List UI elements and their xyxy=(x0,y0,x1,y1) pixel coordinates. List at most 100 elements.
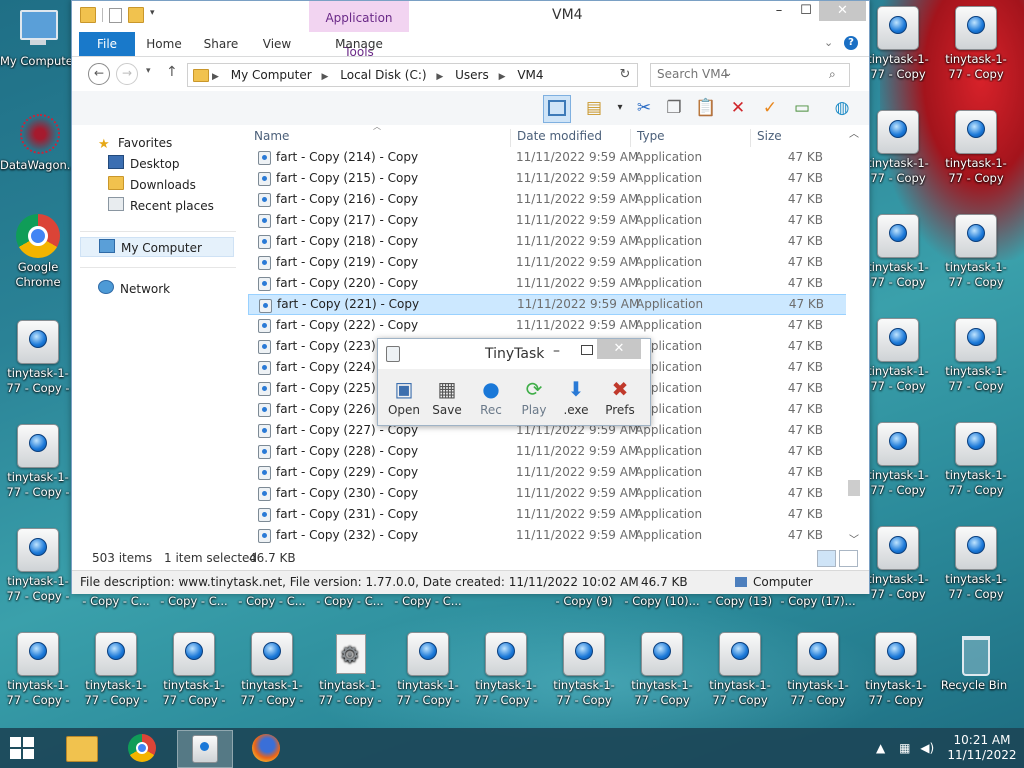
large-icons-view-icon[interactable] xyxy=(839,550,858,567)
desktop-icon-tinytask[interactable]: tinytask-1-77 - Copy (21)... xyxy=(858,632,934,708)
desktop-icon-tinytask[interactable]: tinytask-1-77 - Copy - C... xyxy=(78,632,154,708)
desktop-icon-tinytask[interactable]: tinytask-1-77 - Copy (17) xyxy=(780,632,856,708)
desktop-icon-tinytask[interactable]: tinytask-1-77 - Copy - C... xyxy=(0,632,76,708)
expand-ribbon-icon[interactable]: ⌄ xyxy=(824,36,833,49)
taskbar-chrome[interactable] xyxy=(115,730,169,766)
table-row[interactable]: fart - Copy (218) - Copy 11/11/2022 9:59 … xyxy=(248,231,854,252)
column-header-date[interactable]: Date modified xyxy=(510,129,629,147)
breadcrumb-separator-icon[interactable]: ▶ xyxy=(436,72,443,82)
search-input[interactable] xyxy=(651,64,827,84)
help-icon[interactable]: ? xyxy=(844,36,858,50)
vertical-scrollbar[interactable]: ︿ ﹀ xyxy=(846,125,862,546)
table-row[interactable]: fart - Copy (221) - Copy 11/11/2022 9:59 … xyxy=(248,294,854,315)
table-row[interactable]: fart - Copy (220) - Copy 11/11/2022 9:59 … xyxy=(248,273,854,294)
crumb-local-disk[interactable]: Local Disk (C:) xyxy=(340,68,426,82)
scroll-thumb[interactable] xyxy=(848,480,860,496)
desktop-icon-tinytask[interactable]: tinytask-1-77 - Copy (22)... xyxy=(938,110,1014,186)
desktop-icon-tinytask-2[interactable]: tinytask-1-77 - Copy - C... xyxy=(0,424,76,500)
delete-icon[interactable]: ✕ xyxy=(725,95,751,121)
desktop-icon-tinytask[interactable]: tinytask-1-77 - Copy (14)... xyxy=(702,632,778,708)
tab-view[interactable]: View xyxy=(249,32,305,56)
search-icon[interactable]: ⌕ xyxy=(829,67,836,82)
tinytask-rec-button[interactable]: ● Rec xyxy=(471,375,511,417)
desktop-icon-tinytask[interactable]: tinytask-1-77 - Copy (21) xyxy=(938,6,1014,82)
tab-file[interactable]: File xyxy=(79,32,135,56)
nav-my-computer[interactable]: My Computer xyxy=(80,237,234,257)
desktop-icon-tinytask[interactable]: tinytask-1-77 - Copy (18)... xyxy=(860,6,936,82)
desktop-icon-tinytask[interactable]: tinytask-1-77 - Copy (20)... xyxy=(860,422,936,498)
desktop-icon-tinytask[interactable]: tinytask-1-77 - Copy (6)... xyxy=(546,632,622,708)
tinytask-title-bar[interactable]: TinyTask – ✕ xyxy=(378,339,650,369)
taskbar-firefox[interactable] xyxy=(239,730,293,766)
details-view-icon[interactable] xyxy=(817,550,836,567)
tab-home[interactable]: Home xyxy=(135,32,193,56)
desktop-icon-tinytask[interactable]: tinytask-1-77 - Copy - C... xyxy=(234,632,310,708)
crumb-my-computer[interactable]: My Computer xyxy=(231,68,312,82)
volume-icon[interactable]: ◀) xyxy=(920,741,934,755)
forward-button[interactable]: → xyxy=(116,63,138,85)
column-header-size[interactable]: Size xyxy=(750,129,827,147)
desktop-icon-tinytask-1[interactable]: tinytask-1-77 - Copy - C... xyxy=(0,320,76,396)
tinytask-play-button[interactable]: ⟳ Play xyxy=(514,375,554,417)
breadcrumb-separator-icon[interactable]: ▶ xyxy=(322,72,329,82)
breadcrumb-separator-icon[interactable]: ▶ xyxy=(499,72,506,82)
taskbar-file-explorer[interactable] xyxy=(55,730,109,766)
taskbar-tinytask[interactable] xyxy=(177,730,233,768)
table-row[interactable]: fart - Copy (216) - Copy 11/11/2022 9:59 … xyxy=(248,189,854,210)
table-row[interactable]: fart - Copy (215) - Copy 11/11/2022 9:59 … xyxy=(248,168,854,189)
scroll-down-icon[interactable]: ﹀ xyxy=(849,531,859,546)
paste-icon[interactable]: 📋 xyxy=(693,95,719,121)
nav-network[interactable]: Network xyxy=(98,279,170,299)
desktop-icon-tinytask[interactable]: tinytask-1-77 - Copy (25)... xyxy=(938,526,1014,602)
desktop-icon-tinytask[interactable]: tinytask-1-77 - Copy - C... xyxy=(156,632,232,708)
minimize-button[interactable]: – xyxy=(765,1,793,21)
desktop-icon-tinytask[interactable]: tinytask-1-77 - Copy - C... xyxy=(390,632,466,708)
table-row[interactable]: fart - Copy (219) - Copy 11/11/2022 9:59 … xyxy=(248,252,854,273)
tinytask-close-button[interactable]: ✕ xyxy=(597,339,641,359)
table-row[interactable]: fart - Copy (228) - Copy 11/11/2022 9:59 … xyxy=(248,441,854,462)
tab-manage[interactable]: Manage xyxy=(309,32,409,56)
tab-share[interactable]: Share xyxy=(193,32,249,56)
properties-icon[interactable] xyxy=(109,7,122,23)
address-bar[interactable]: ▶ My Computer ▶ Local Disk (C:) ▶ Users … xyxy=(187,63,732,87)
table-row[interactable]: fart - Copy (232) - Copy 11/11/2022 9:59 … xyxy=(248,525,854,543)
chevron-down-icon[interactable]: ▾ xyxy=(150,8,155,22)
tinytask-prefs-button[interactable]: ✖ Prefs xyxy=(600,375,640,417)
desktop-icon-tinytask[interactable]: tinytask-1-77 - Copy (10) xyxy=(624,632,700,708)
tinytask-maximize-button[interactable] xyxy=(581,345,593,355)
desktop-icon-google-chrome[interactable]: Google Chrome xyxy=(0,214,76,290)
rename-icon[interactable]: ▭ xyxy=(789,95,815,121)
new-folder-icon[interactable] xyxy=(128,7,144,23)
desktop-icon-tinytask[interactable]: tinytask-1-77 - Copy (20) xyxy=(860,526,936,602)
scroll-up-icon[interactable]: ︿ xyxy=(849,125,859,140)
desktop-icon-tinytask[interactable]: ⚙tinytask-1-77 - Copy - C... xyxy=(312,632,388,708)
desktop-icon-tinytask[interactable]: tinytask-1-77 - Copy (19) xyxy=(860,318,936,394)
desktop-icon-tinytask[interactable]: tinytask-1-77 - Copy (22) xyxy=(938,214,1014,290)
table-row[interactable]: fart - Copy (231) - Copy 11/11/2022 9:59 … xyxy=(248,504,854,525)
table-row[interactable]: fart - Copy (229) - Copy 11/11/2022 9:59 … xyxy=(248,462,854,483)
close-button[interactable]: ✕ xyxy=(819,1,866,21)
globe-icon[interactable]: ◍ xyxy=(829,95,855,121)
desktop-icon-datawagon[interactable]: DataWagon... xyxy=(0,112,76,173)
clock[interactable]: 10:21 AM 11/11/2022 xyxy=(946,733,1018,763)
up-arrow-icon[interactable]: ↑ xyxy=(166,64,178,80)
crumb-users[interactable]: Users xyxy=(455,68,489,82)
desktop-icon-tinytask[interactable]: tinytask-1-77 - Copy (23)... xyxy=(938,318,1014,394)
desktop-icon-tinytask[interactable]: tinytask-1-77 - Copy (19)... xyxy=(860,214,936,290)
desktop-icon-tinytask[interactable]: tinytask-1-77 - Copy - C... xyxy=(468,632,544,708)
crumb-vm4[interactable]: VM4 xyxy=(517,68,543,82)
chevron-down-icon[interactable]: ▾ xyxy=(607,95,633,121)
cut-icon[interactable]: ✂ xyxy=(631,95,657,121)
desktop-icon-my-computer[interactable]: My Computer xyxy=(0,8,76,69)
checkmark-icon[interactable]: ✓ xyxy=(757,95,783,121)
network-icon[interactable]: ▦ xyxy=(899,741,910,755)
recent-locations-chevron-icon[interactable]: ▾ xyxy=(146,66,151,76)
column-header-type[interactable]: Type xyxy=(630,129,749,147)
tinytask-save-button[interactable]: ▦ Save xyxy=(427,375,467,417)
desktop-icon-recycle-bin[interactable]: Recycle Bin xyxy=(936,632,1012,708)
table-row[interactable]: fart - Copy (217) - Copy 11/11/2022 9:59 … xyxy=(248,210,854,231)
nav-favorites[interactable]: ★ Favorites xyxy=(98,133,172,153)
table-row[interactable]: fart - Copy (214) - Copy 11/11/2022 9:59 … xyxy=(248,147,854,168)
copy-icon[interactable]: ❐ xyxy=(661,95,687,121)
tinytask-open-button[interactable]: ▣ Open xyxy=(384,375,424,417)
